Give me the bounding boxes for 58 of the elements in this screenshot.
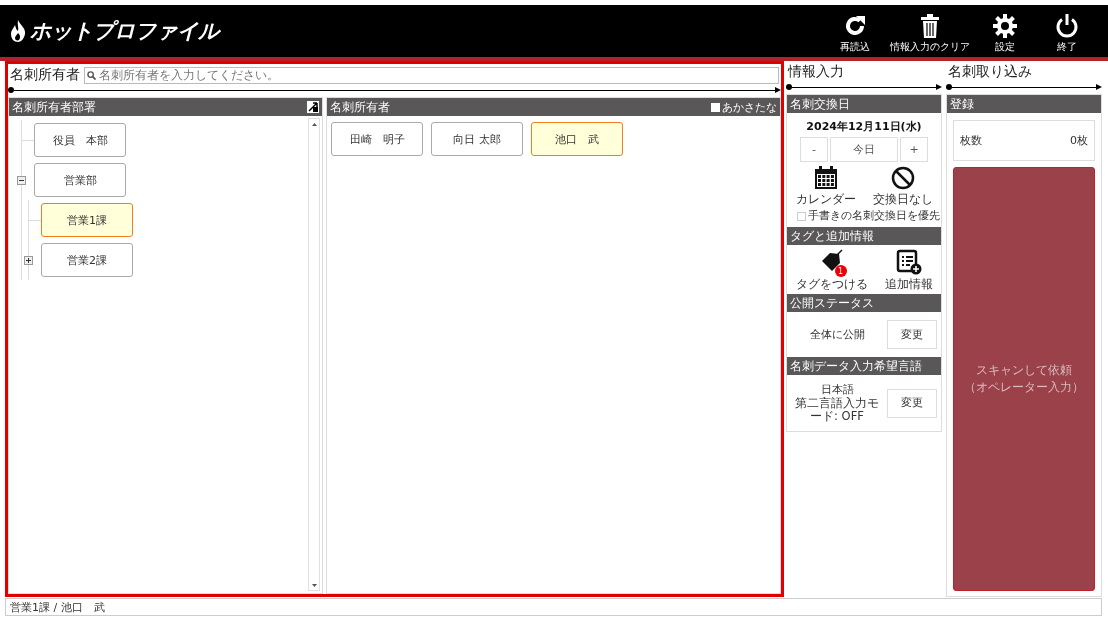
date-button[interactable]: 今日 <box>830 137 898 162</box>
search-field[interactable]: 名刺所有者を入力してください。 <box>84 66 779 84</box>
status-bar: 営業1課 / 池口 武 <box>5 598 1102 616</box>
tag-action-button[interactable]: 1 タグをつける <box>795 249 868 292</box>
toolbar-button[interactable]: 設定 <box>974 14 1036 54</box>
department-node[interactable]: 営業2課 <box>41 243 133 277</box>
kana-checkbox[interactable]: あかさたな <box>711 99 777 115</box>
expand-toggle[interactable] <box>24 255 33 265</box>
date-button[interactable]: + <box>900 137 928 162</box>
section-title: 名刺交換日 <box>790 95 850 113</box>
step-title: 名刺所有者 <box>10 66 80 84</box>
exchange-date: 2024年12月11日(水) <box>805 119 923 135</box>
mode-note: 第二言語入力モード: OFF <box>794 397 880 424</box>
toolbar-button[interactable]: 情報入力のクリア <box>886 14 974 54</box>
prohibited-icon <box>890 166 915 190</box>
date-button[interactable]: - <box>800 137 828 162</box>
count-value: 0枚 <box>1070 133 1088 148</box>
change-button[interactable]: 変更 <box>887 320 937 349</box>
trash-icon <box>920 14 940 38</box>
collapse-toggle[interactable] <box>17 175 26 185</box>
toolbar-button[interactable]: 終了 <box>1036 14 1098 54</box>
department-node[interactable]: 営業部 <box>34 163 126 197</box>
toolbar-button[interactable]: 再読込 <box>824 14 886 54</box>
panel-title: 名刺所有者部署 <box>12 98 96 116</box>
department-node[interactable]: 営業1課 <box>41 203 133 237</box>
calendar-icon <box>813 166 838 190</box>
down-arrow-icon[interactable] <box>311 583 317 587</box>
handwritten-checkbox[interactable]: 手書きの名刺交換日を優先 <box>787 209 941 227</box>
count-label: 枚数 <box>960 133 982 148</box>
search-icon <box>87 70 96 80</box>
owner-button[interactable]: 池口 武 <box>531 122 623 156</box>
list-add-icon <box>895 249 922 275</box>
owner-button[interactable]: 田崎 明子 <box>331 122 423 156</box>
settings-icon <box>993 14 1017 38</box>
section-title: 公開ステータス <box>790 294 874 312</box>
step-title: 名刺取り込み <box>948 63 1032 81</box>
section-title: タグと追加情報 <box>790 227 874 245</box>
language-value: 日本語 <box>820 383 854 397</box>
section-title: 登録 <box>950 95 974 113</box>
reload-icon <box>843 14 867 38</box>
scrollbar[interactable] <box>308 118 320 591</box>
up-arrow-icon[interactable] <box>311 122 317 126</box>
owner-button[interactable]: 向日 太郎 <box>431 122 523 156</box>
app-logo: ホットプロファイル <box>30 18 219 44</box>
scan-request-button[interactable]: スキャンして依頼 （オペレーター入力） <box>953 167 1095 591</box>
department-node[interactable]: 役員 本部 <box>34 123 126 157</box>
flame-icon <box>10 20 26 42</box>
count-badge: 1 <box>834 265 847 277</box>
step-title: 情報入力 <box>788 63 844 81</box>
section-title: 名刺データ入力希望言語 <box>790 357 922 375</box>
date-action-button[interactable]: 交換日なし <box>872 166 933 207</box>
visibility-value: 全体に公開 <box>809 327 865 342</box>
date-action-button[interactable]: カレンダー <box>795 166 856 207</box>
tag-action-button[interactable]: 追加情報 <box>884 249 933 292</box>
panel-title: 名刺所有者 <box>330 98 390 116</box>
expand-icon[interactable] <box>307 101 319 113</box>
change-button[interactable]: 変更 <box>887 388 937 418</box>
power-icon <box>1055 14 1079 38</box>
